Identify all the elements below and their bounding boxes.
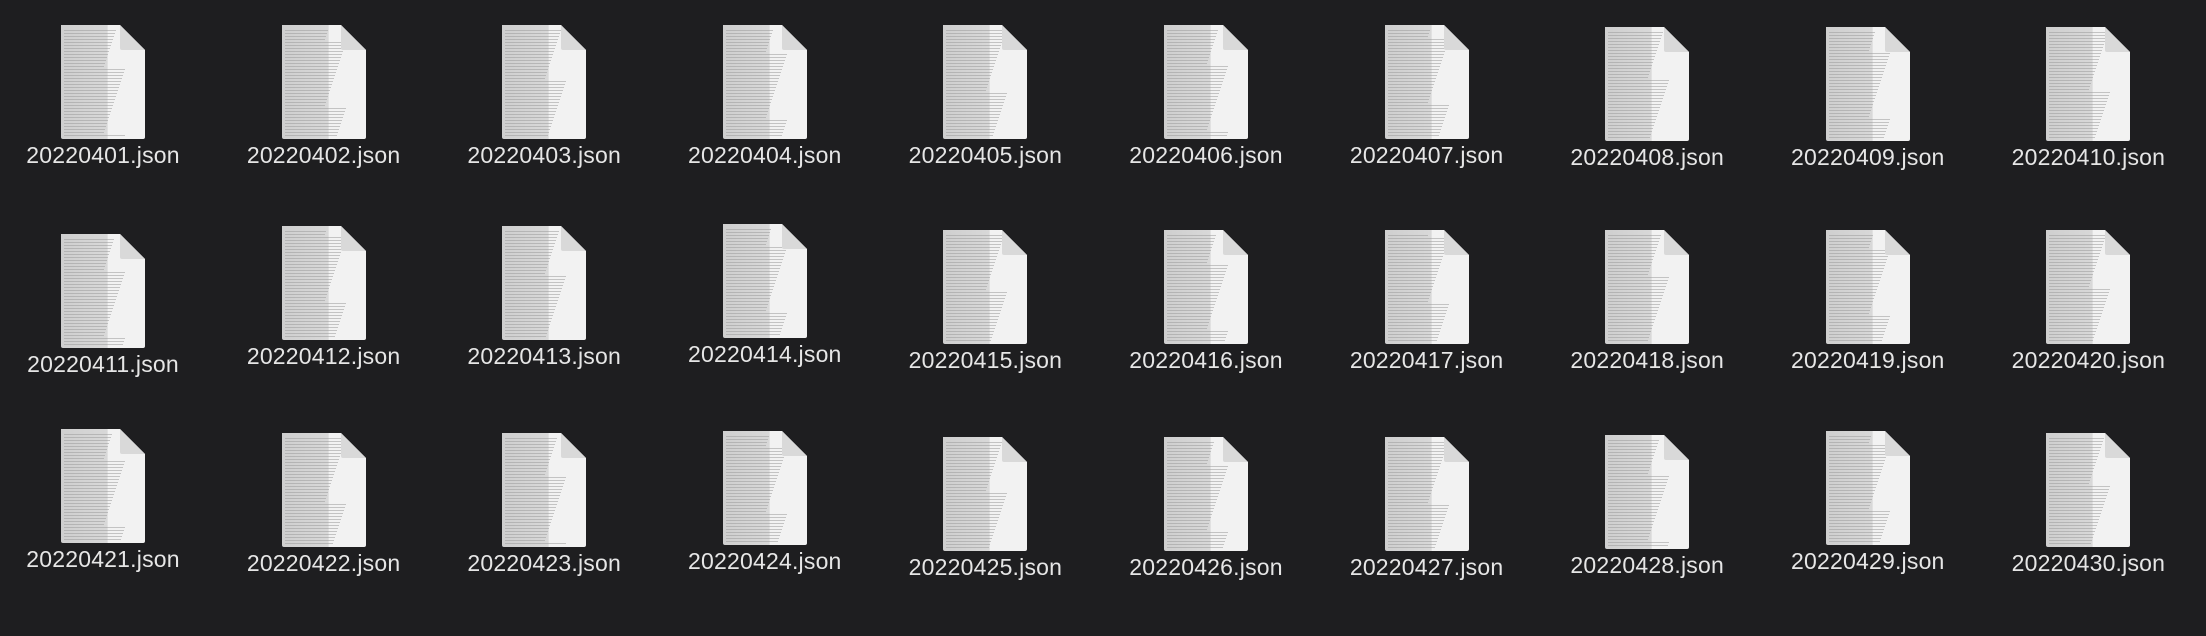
file-name-label: 20220405.json xyxy=(908,142,1063,168)
json-file-icon xyxy=(58,22,148,142)
file-name-label: 20220415.json xyxy=(908,347,1063,373)
file-name-label: 20220403.json xyxy=(467,142,621,168)
json-file-icon xyxy=(940,22,1030,142)
file-item[interactable]: 20220416.json xyxy=(1111,205,1301,395)
file-name-label: 20220406.json xyxy=(1129,142,1283,168)
file-name-label: 20220418.json xyxy=(1570,347,1724,373)
json-file-icon xyxy=(720,221,810,341)
file-name-label: 20220407.json xyxy=(1349,142,1504,168)
file-item[interactable]: 20220425.json xyxy=(890,412,1080,602)
file-name-label: 20220423.json xyxy=(467,550,621,576)
json-file-icon xyxy=(2043,24,2133,144)
file-name-label: 20220417.json xyxy=(1349,347,1504,373)
file-name-label: 20220414.json xyxy=(688,341,842,367)
file-name-label: 20220401.json xyxy=(26,142,180,168)
json-file-icon xyxy=(1823,227,1913,347)
file-item[interactable]: 20220402.json xyxy=(229,0,419,190)
json-file-icon xyxy=(1161,434,1251,554)
json-file-icon xyxy=(279,223,369,343)
json-file-icon xyxy=(1382,227,1472,347)
file-name-label: 20220425.json xyxy=(908,554,1063,580)
file-item[interactable]: 20220427.json xyxy=(1332,412,1522,602)
json-file-icon xyxy=(279,430,369,550)
file-name-label: 20220416.json xyxy=(1129,347,1283,373)
json-file-icon xyxy=(499,22,589,142)
json-file-icon xyxy=(499,430,589,550)
file-item[interactable]: 20220417.json xyxy=(1332,205,1522,395)
file-item[interactable]: 20220401.json xyxy=(8,0,198,190)
file-item[interactable]: 20220426.json xyxy=(1111,412,1301,602)
file-item[interactable]: 20220419.json xyxy=(1773,205,1963,395)
json-file-icon xyxy=(279,22,369,142)
json-file-icon xyxy=(1823,428,1913,548)
file-item[interactable]: 20220408.json xyxy=(1552,2,1742,192)
json-file-icon xyxy=(1161,227,1251,347)
json-file-icon xyxy=(1823,24,1913,144)
file-name-label: 20220419.json xyxy=(1791,347,1945,373)
file-name-label: 20220408.json xyxy=(1570,144,1724,170)
json-file-icon xyxy=(2043,227,2133,347)
file-item[interactable]: 20220411.json xyxy=(8,209,198,399)
file-name-label: 20220402.json xyxy=(246,142,401,168)
file-name-label: 20220429.json xyxy=(1791,548,1945,574)
file-name-label: 20220420.json xyxy=(2011,347,2166,373)
file-item[interactable]: 20220403.json xyxy=(449,0,639,190)
file-item[interactable]: 20220410.json xyxy=(1993,2,2183,192)
json-file-icon xyxy=(499,223,589,343)
json-file-icon xyxy=(1602,24,1692,144)
file-item[interactable]: 20220404.json xyxy=(670,0,860,190)
file-item[interactable]: 20220420.json xyxy=(1993,205,2183,395)
file-item[interactable]: 20220422.json xyxy=(229,408,419,598)
json-file-icon xyxy=(1382,22,1472,142)
file-name-label: 20220428.json xyxy=(1570,552,1724,578)
json-file-icon xyxy=(58,231,148,351)
file-name-label: 20220430.json xyxy=(2011,550,2166,576)
file-item[interactable]: 20220428.json xyxy=(1552,410,1742,600)
json-file-icon xyxy=(720,428,810,548)
json-file-icon xyxy=(1602,227,1692,347)
file-item[interactable]: 20220424.json xyxy=(670,406,860,596)
json-file-icon xyxy=(940,434,1030,554)
json-file-icon xyxy=(58,426,148,546)
file-item[interactable]: 20220413.json xyxy=(449,201,639,391)
json-file-icon xyxy=(1161,22,1251,142)
file-item[interactable]: 20220430.json xyxy=(1993,408,2183,598)
file-item[interactable]: 20220406.json xyxy=(1111,0,1301,190)
file-grid: 20220401.json 20220402.json 20220403.json 2… xyxy=(0,0,2206,636)
file-name-label: 20220422.json xyxy=(246,550,401,576)
file-item[interactable]: 20220407.json xyxy=(1332,0,1522,190)
file-name-label: 20220410.json xyxy=(2011,144,2166,170)
file-name-label: 20220411.json xyxy=(27,351,179,377)
json-file-icon xyxy=(2043,430,2133,550)
file-name-label: 20220426.json xyxy=(1129,554,1283,580)
file-item[interactable]: 20220423.json xyxy=(449,408,639,598)
file-name-label: 20220412.json xyxy=(246,343,401,369)
file-item[interactable]: 20220421.json xyxy=(8,404,198,594)
json-file-icon xyxy=(1382,434,1472,554)
file-name-label: 20220421.json xyxy=(26,546,180,572)
file-item[interactable]: 20220429.json xyxy=(1773,406,1963,596)
file-item[interactable]: 20220414.json xyxy=(670,199,860,389)
file-item[interactable]: 20220409.json xyxy=(1773,2,1963,192)
file-name-label: 20220424.json xyxy=(688,548,842,574)
file-name-label: 20220427.json xyxy=(1349,554,1504,580)
file-item[interactable]: 20220415.json xyxy=(890,205,1080,395)
json-file-icon xyxy=(720,22,810,142)
file-item[interactable]: 20220405.json xyxy=(890,0,1080,190)
file-name-label: 20220404.json xyxy=(688,142,842,168)
json-file-icon xyxy=(1602,432,1692,552)
json-file-icon xyxy=(940,227,1030,347)
file-name-label: 20220413.json xyxy=(467,343,621,369)
file-item[interactable]: 20220418.json xyxy=(1552,205,1742,395)
file-name-label: 20220409.json xyxy=(1791,144,1945,170)
file-item[interactable]: 20220412.json xyxy=(229,201,419,391)
